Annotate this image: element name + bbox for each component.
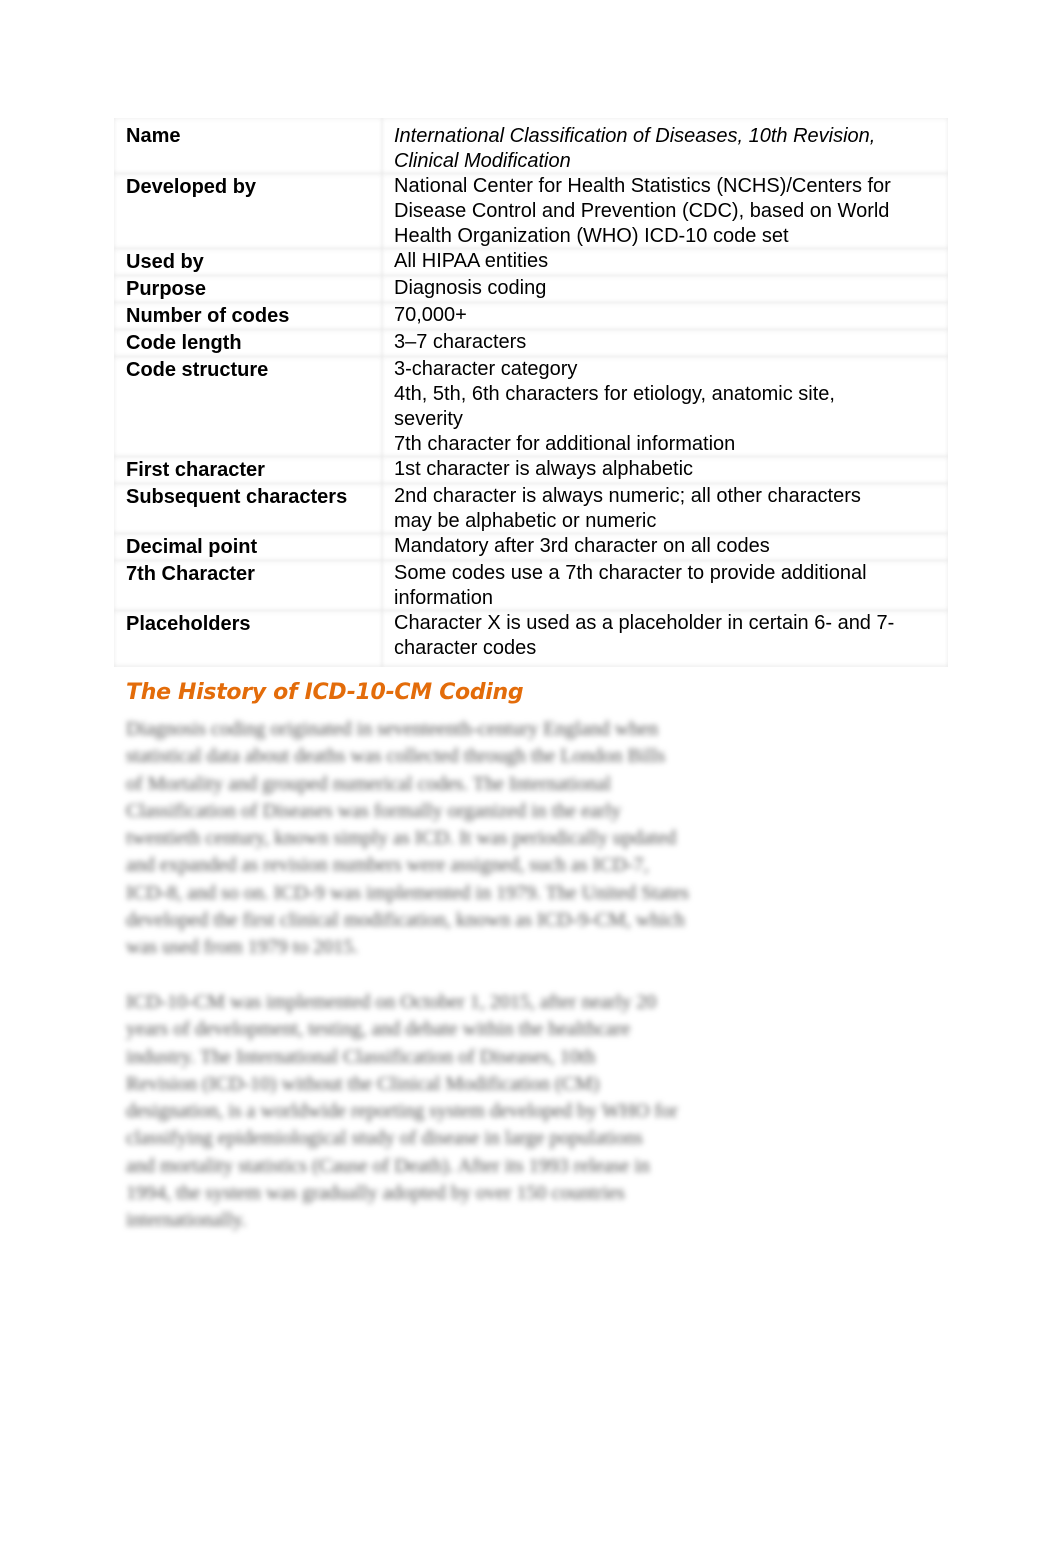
row-value: Mandatory after 3rd character on all cod… bbox=[382, 534, 948, 561]
row-value: 3-character category 4th, 5th, 6th charac… bbox=[382, 357, 948, 457]
value-line: Clinical Modification bbox=[394, 150, 571, 172]
row-label: Developed by bbox=[114, 174, 382, 249]
value-line: All HIPAA entities bbox=[394, 250, 549, 272]
row-value: 1st character is always alphabetic bbox=[382, 457, 948, 484]
value-line: 7th character for additional information bbox=[394, 433, 736, 455]
row-label: First character bbox=[114, 457, 382, 484]
value-line: may be alphabetic or numeric bbox=[394, 510, 657, 532]
paragraph-line: Revision (ICD-10) without the Clinical M… bbox=[126, 1072, 600, 1095]
value-line: 2nd character is always numeric; all oth… bbox=[394, 485, 861, 507]
table-row: Code structure 3-character category 4th, 5… bbox=[114, 357, 948, 457]
paragraph-line: and mortality statistics (Cause of Death… bbox=[126, 1154, 650, 1177]
row-value: 2nd character is always numeric; all oth… bbox=[382, 484, 948, 534]
row-value: Some codes use a 7th character to provid… bbox=[382, 561, 948, 611]
row-label: Code length bbox=[114, 330, 382, 357]
row-label: Purpose bbox=[114, 276, 382, 303]
value-line: Health Organization (WHO) ICD-10 code se… bbox=[394, 225, 789, 247]
paragraph-line: of Mortality and grouped numerical codes… bbox=[126, 772, 612, 795]
paragraph-line: twentieth century, known simply as ICD. … bbox=[126, 827, 677, 850]
table-row: First character 1st character is always a… bbox=[114, 457, 948, 484]
value-line: International Classification of Diseases… bbox=[394, 125, 876, 147]
row-label: 7th Character bbox=[114, 561, 382, 611]
paragraph-line: 1994, the system was gradually adopted b… bbox=[126, 1182, 625, 1205]
row-label: Decimal point bbox=[114, 534, 382, 561]
code-set-spec-table: Name International Classification of Dise… bbox=[114, 118, 948, 667]
row-label: Name bbox=[114, 118, 382, 174]
table-row: Subsequent characters 2nd character is al… bbox=[114, 484, 948, 534]
paragraph-line: classifying epidemiological study of dis… bbox=[126, 1127, 643, 1150]
value-line: character codes bbox=[394, 637, 537, 659]
code-set-spec-table-wrapper: Name International Classification of Dise… bbox=[114, 118, 948, 667]
row-label: Number of codes bbox=[114, 303, 382, 330]
paragraph-line: Classification of Diseases was formally … bbox=[126, 799, 622, 822]
value-line: Some codes use a 7th character to provid… bbox=[394, 562, 867, 584]
paragraph-line: and expanded as revision numbers were as… bbox=[126, 854, 649, 877]
table-row: Decimal point Mandatory after 3rd charact… bbox=[114, 534, 948, 561]
table-row: 7th Character Some codes use a 7th charac… bbox=[114, 561, 948, 611]
table-row: Used by All HIPAA entities bbox=[114, 249, 948, 276]
value-line: 3-character category bbox=[394, 358, 578, 380]
table-row: Number of codes 70,000+ bbox=[114, 303, 948, 330]
row-value: International Classification of Diseases… bbox=[382, 118, 948, 174]
value-line: severity bbox=[394, 408, 463, 430]
row-value: National Center for Health Statistics (N… bbox=[382, 174, 948, 249]
value-line: information bbox=[394, 587, 493, 609]
paragraph-line: ICD-10-CM was implemented on October 1, … bbox=[126, 991, 657, 1013]
row-label: Placeholders bbox=[114, 611, 382, 667]
paragraph-line: years of development, testing, and debat… bbox=[126, 1018, 631, 1041]
value-line: Character X is used as a placeholder in … bbox=[394, 612, 895, 634]
row-value: All HIPAA entities bbox=[382, 249, 948, 276]
paragraph-line: statistical data about deaths was collec… bbox=[126, 745, 666, 768]
row-value: Character X is used as a placeholder in … bbox=[382, 611, 948, 667]
value-line: 70,000+ bbox=[394, 304, 467, 326]
section-heading: The History of ICD-10-CM Coding bbox=[126, 680, 524, 705]
blurred-paragraph-2: ICD-10-CM was implemented on October 1, … bbox=[126, 989, 826, 1235]
row-label: Used by bbox=[114, 249, 382, 276]
value-line: 1st character is always alphabetic bbox=[394, 458, 694, 480]
paragraph-line: ICD-8, and so on. ICD-9 was implemented … bbox=[126, 881, 689, 904]
row-value: Diagnosis coding bbox=[382, 276, 948, 303]
paragraph-line: developed the first clinical modificatio… bbox=[126, 909, 685, 932]
value-line: 4th, 5th, 6th characters for etiology, a… bbox=[394, 383, 835, 405]
table-row: Name International Classification of Dise… bbox=[114, 118, 948, 174]
row-value: 3–7 characters bbox=[382, 330, 948, 357]
row-label: Code structure bbox=[114, 357, 382, 457]
paragraph-line: was used from 1979 to 2015. bbox=[126, 936, 359, 959]
value-line: Diagnosis coding bbox=[394, 277, 547, 299]
value-line: Mandatory after 3rd character on all cod… bbox=[394, 535, 770, 557]
row-value: 70,000+ bbox=[382, 303, 948, 330]
value-line: 3–7 characters bbox=[394, 331, 527, 353]
table-row: Purpose Diagnosis coding bbox=[114, 276, 948, 303]
table-row: Placeholders Character X is used as a pla… bbox=[114, 611, 948, 667]
table-row: Code length 3–7 characters bbox=[114, 330, 948, 357]
paragraph-line: internationally. bbox=[126, 1209, 247, 1232]
value-line: National Center for Health Statistics (N… bbox=[394, 175, 891, 197]
table-row: Developed by National Center for Health S… bbox=[114, 174, 948, 249]
paragraph-line: industry. The International Classificati… bbox=[126, 1045, 596, 1068]
paragraph-line: Diagnosis coding originated in seventeen… bbox=[126, 718, 659, 740]
blurred-paragraph-1: Diagnosis coding originated in seventeen… bbox=[126, 716, 826, 962]
row-label: Subsequent characters bbox=[114, 484, 382, 534]
value-line: Disease Control and Prevention (CDC), ba… bbox=[394, 200, 890, 222]
paragraph-line: designation, is a worldwide reporting sy… bbox=[126, 1100, 678, 1123]
